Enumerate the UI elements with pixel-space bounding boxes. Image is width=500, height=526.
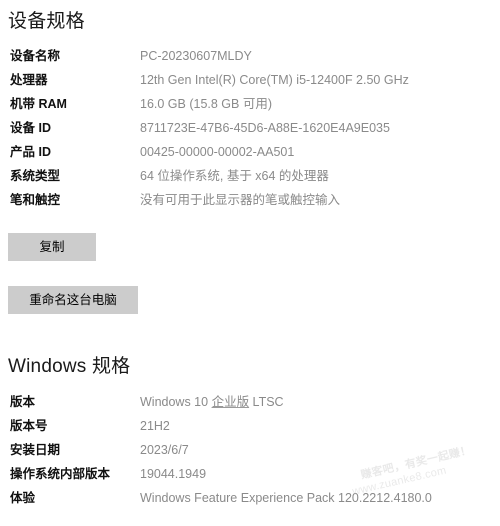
spec-value-experience: Windows Feature Experience Pack 120.2212… <box>140 491 432 505</box>
spec-row-device-id: 设备 ID 8711723E-47B6-45D6-A88E-1620E4A9E0… <box>0 116 500 140</box>
spec-row-device-name: 设备名称 PC-20230607MLDY <box>0 44 500 68</box>
spec-row-version: 版本号 21H2 <box>0 414 500 438</box>
spec-row-pen-and-touch: 笔和触控 没有可用于此显示器的笔或触控输入 <box>0 188 500 212</box>
spec-value-edition-highlight: 企业版 <box>211 395 250 409</box>
spec-row-os-build: 操作系统内部版本 19044.1949 <box>0 462 500 486</box>
device-specifications-list: 设备名称 PC-20230607MLDY 处理器 12th Gen Intel(… <box>0 44 500 212</box>
spec-value-device-name: PC-20230607MLDY <box>140 49 252 63</box>
copy-button[interactable]: 复制 <box>8 233 96 261</box>
spec-row-processor: 处理器 12th Gen Intel(R) Core(TM) i5-12400F… <box>0 68 500 92</box>
spec-label-version: 版本号 <box>10 419 48 433</box>
spec-value-device-id: 8711723E-47B6-45D6-A88E-1620E4A9E035 <box>140 121 390 135</box>
spec-value-edition-prefix: Windows 10 <box>140 395 212 409</box>
rename-this-pc-button[interactable]: 重命名这台电脑 <box>8 286 138 314</box>
spec-row-product-id: 产品 ID 00425-00000-00002-AA501 <box>0 140 500 164</box>
windows-specifications-list: 版本 Windows 10 企业版 LTSC 版本号 21H2 安装日期 202… <box>0 390 500 510</box>
windows-specifications-heading: Windows 规格 <box>8 356 131 377</box>
spec-value-processor: 12th Gen Intel(R) Core(TM) i5-12400F 2.5… <box>140 73 409 87</box>
spec-label-product-id: 产品 ID <box>10 145 51 159</box>
spec-row-system-type: 系统类型 64 位操作系统, 基于 x64 的处理器 <box>0 164 500 188</box>
device-specifications-heading: 设备规格 <box>8 11 85 32</box>
spec-row-installed-on: 安装日期 2023/6/7 <box>0 438 500 462</box>
spec-label-installed-ram: 机带 RAM <box>10 97 67 111</box>
spec-value-os-build: 19044.1949 <box>140 467 207 481</box>
spec-value-system-type: 64 位操作系统, 基于 x64 的处理器 <box>140 169 329 183</box>
spec-value-pen-and-touch: 没有可用于此显示器的笔或触控输入 <box>140 193 341 207</box>
spec-label-processor: 处理器 <box>10 73 48 87</box>
spec-label-edition: 版本 <box>10 395 36 409</box>
spec-value-version: 21H2 <box>140 419 170 433</box>
spec-row-installed-ram: 机带 RAM 16.0 GB (15.8 GB 可用) <box>0 92 500 116</box>
spec-row-edition: 版本 Windows 10 企业版 LTSC <box>0 390 500 414</box>
spec-label-os-build: 操作系统内部版本 <box>10 467 111 481</box>
spec-value-product-id: 00425-00000-00002-AA501 <box>140 145 295 159</box>
spec-label-device-id: 设备 ID <box>10 121 51 135</box>
spec-label-pen-and-touch: 笔和触控 <box>10 193 61 207</box>
spec-label-device-name: 设备名称 <box>10 49 61 63</box>
spec-value-installed-on: 2023/6/7 <box>140 443 189 457</box>
spec-label-installed-on: 安装日期 <box>10 443 61 457</box>
spec-label-system-type: 系统类型 <box>10 169 61 183</box>
spec-row-experience: 体验 Windows Feature Experience Pack 120.2… <box>0 486 500 510</box>
spec-label-experience: 体验 <box>10 491 36 505</box>
spec-value-edition: Windows 10 企业版 LTSC <box>140 390 284 414</box>
about-settings-page: 设备规格 设备名称 PC-20230607MLDY 处理器 12th Gen I… <box>0 0 500 525</box>
spec-value-installed-ram: 16.0 GB (15.8 GB 可用) <box>140 97 272 111</box>
spec-value-edition-suffix: LTSC <box>249 395 284 409</box>
